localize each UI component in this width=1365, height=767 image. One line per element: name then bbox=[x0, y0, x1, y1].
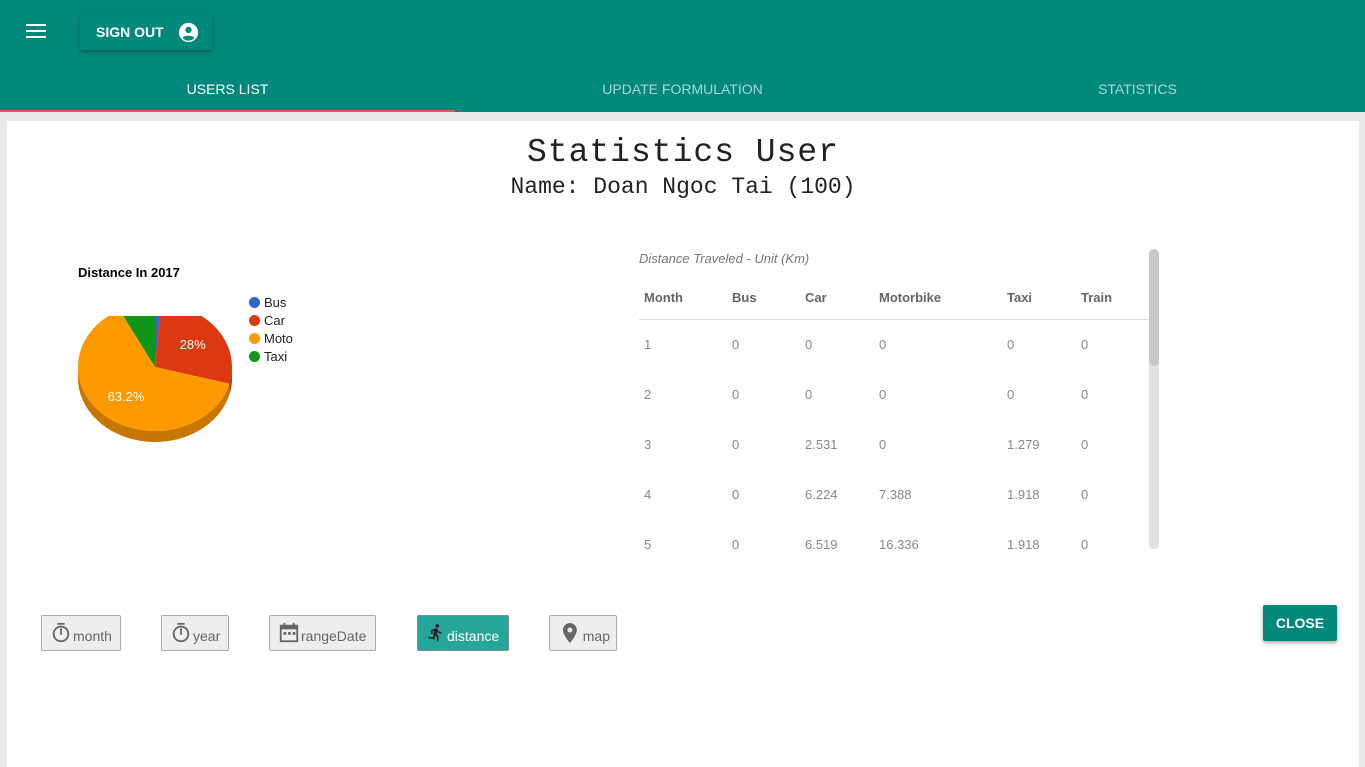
legend-swatch bbox=[249, 314, 260, 326]
table-cell: 7.388 bbox=[879, 486, 912, 502]
dialog-subtitle: Name: Doan Ngoc Tai (100) bbox=[510, 174, 856, 200]
table-cell: 2 bbox=[644, 386, 652, 402]
table-scrollbar[interactable] bbox=[1149, 249, 1159, 549]
table-cell: 0 bbox=[732, 486, 740, 502]
table-cell: 2.531 bbox=[805, 436, 838, 452]
filter-year-label: year bbox=[193, 628, 221, 644]
app-bar: SIGN OUT USERS LIST UPDATE FORMULATION S… bbox=[0, 0, 1365, 112]
legend-label: Taxi bbox=[264, 348, 288, 364]
filter-month-label: month bbox=[73, 628, 112, 644]
tab-statistics[interactable]: STATISTICS bbox=[910, 66, 1365, 112]
filter-map-label: map bbox=[582, 628, 610, 644]
table-row: 3 0 2.531 0 1.279 0 bbox=[639, 419, 1149, 469]
table-cell: 0 bbox=[1081, 536, 1089, 550]
table-cell: 6.519 bbox=[805, 536, 838, 550]
filter-year-button[interactable]: year bbox=[161, 615, 229, 651]
walk-icon bbox=[428, 624, 442, 642]
timer-icon bbox=[52, 622, 70, 643]
tab-update-formulation[interactable]: UPDATE FORMULATION bbox=[455, 66, 910, 112]
column-header: Bus bbox=[727, 277, 800, 320]
column-header: Motorbike bbox=[874, 277, 1002, 320]
filter-range-date-label: rangeDate bbox=[301, 628, 367, 644]
tab-bar: USERS LIST UPDATE FORMULATION STATISTICS bbox=[0, 66, 1365, 112]
hamburger-menu-icon[interactable] bbox=[22, 18, 50, 46]
distance-table: Month Bus Car Motorbike Taxi Train 1 0 0 0 0 0 2 0 0 0… bbox=[639, 277, 1149, 549]
table-row: 1 0 0 0 0 0 bbox=[639, 319, 1149, 369]
filter-range-date-button[interactable]: rangeDate bbox=[269, 615, 376, 651]
tab-users-list[interactable]: USERS LIST bbox=[0, 66, 455, 112]
legend-item: Taxi bbox=[249, 347, 293, 365]
table-cell: 4 bbox=[644, 486, 652, 502]
map-pin-icon bbox=[562, 623, 577, 643]
table-cell: 0 bbox=[879, 436, 887, 452]
column-header: Taxi bbox=[1002, 277, 1076, 320]
table-cell: 0 bbox=[1007, 386, 1015, 402]
table-cell: 3 bbox=[644, 436, 652, 452]
table-cell: 0 bbox=[805, 336, 813, 352]
legend-swatch bbox=[249, 296, 260, 308]
legend-item: Car bbox=[249, 311, 293, 329]
legend-label: Bus bbox=[264, 294, 287, 310]
table-cell: 0 bbox=[1081, 386, 1089, 402]
column-header: Car bbox=[800, 277, 874, 320]
table-cell: 0 bbox=[732, 536, 740, 550]
pie-data-label: 28% bbox=[180, 337, 206, 352]
filter-distance-button[interactable]: distance bbox=[417, 615, 509, 651]
table-cell: 1.279 bbox=[1007, 436, 1040, 452]
calendar-icon bbox=[279, 622, 299, 643]
table-caption: Distance Traveled - Unit (Km) bbox=[639, 251, 810, 266]
column-header: Train bbox=[1076, 277, 1149, 320]
table-row: 4 0 6.224 7.388 1.918 0 bbox=[639, 469, 1149, 519]
statistics-dialog: Statistics User Name: Doan Ngoc Tai (100… bbox=[7, 121, 1359, 767]
pie-data-label: 63.2% bbox=[108, 389, 145, 404]
table-cell: 0 bbox=[879, 386, 887, 402]
legend-label: Moto bbox=[264, 330, 293, 346]
table-cell: 16.336 bbox=[879, 536, 919, 550]
table-cell: 0 bbox=[732, 386, 740, 402]
table-cell: 1.918 bbox=[1007, 536, 1040, 550]
table-cell: 0 bbox=[1081, 486, 1089, 502]
close-button[interactable]: CLOSE bbox=[1263, 605, 1337, 641]
table-row: 2 0 0 0 0 0 bbox=[639, 369, 1149, 419]
column-header: Month bbox=[639, 277, 727, 320]
table-row: 5 0 6.519 16.336 1.918 0 bbox=[639, 519, 1149, 550]
filter-map-button[interactable]: map bbox=[549, 615, 617, 651]
chart-title: Distance In 2017 bbox=[78, 265, 180, 280]
table-cell: 0 bbox=[1007, 336, 1015, 352]
table-cell: 0 bbox=[732, 336, 740, 352]
legend-item: Bus bbox=[249, 293, 293, 311]
pie-chart: 28% 63.2% bbox=[78, 316, 232, 442]
dialog-title: Statistics User bbox=[526, 134, 840, 171]
account-circle-icon bbox=[178, 22, 198, 42]
distance-table-container[interactable]: Distance Traveled - Unit (Km) Month Bus Ca… bbox=[639, 249, 1159, 549]
table-cell: 5 bbox=[644, 536, 652, 550]
table-cell: 1 bbox=[644, 336, 652, 352]
scrollbar-thumb[interactable] bbox=[1149, 249, 1159, 366]
table-cell: 0 bbox=[1081, 436, 1089, 452]
sign-out-button[interactable]: SIGN OUT bbox=[80, 14, 212, 50]
legend-swatch bbox=[249, 350, 260, 362]
table-cell: 6.224 bbox=[805, 486, 838, 502]
table-cell: 1.918 bbox=[1007, 486, 1040, 502]
chart-legend: Bus Car Moto Taxi bbox=[249, 293, 293, 365]
table-cell: 0 bbox=[1081, 336, 1089, 352]
table-cell: 0 bbox=[879, 336, 887, 352]
legend-label: Car bbox=[264, 312, 285, 328]
filter-month-button[interactable]: month bbox=[41, 615, 121, 651]
legend-item: Moto bbox=[249, 329, 293, 347]
table-cell: 0 bbox=[732, 436, 740, 452]
sign-out-label: SIGN OUT bbox=[96, 24, 164, 40]
filter-distance-label: distance bbox=[447, 628, 500, 644]
legend-swatch bbox=[249, 332, 260, 344]
table-cell: 0 bbox=[805, 386, 813, 402]
timer-icon bbox=[172, 622, 190, 643]
